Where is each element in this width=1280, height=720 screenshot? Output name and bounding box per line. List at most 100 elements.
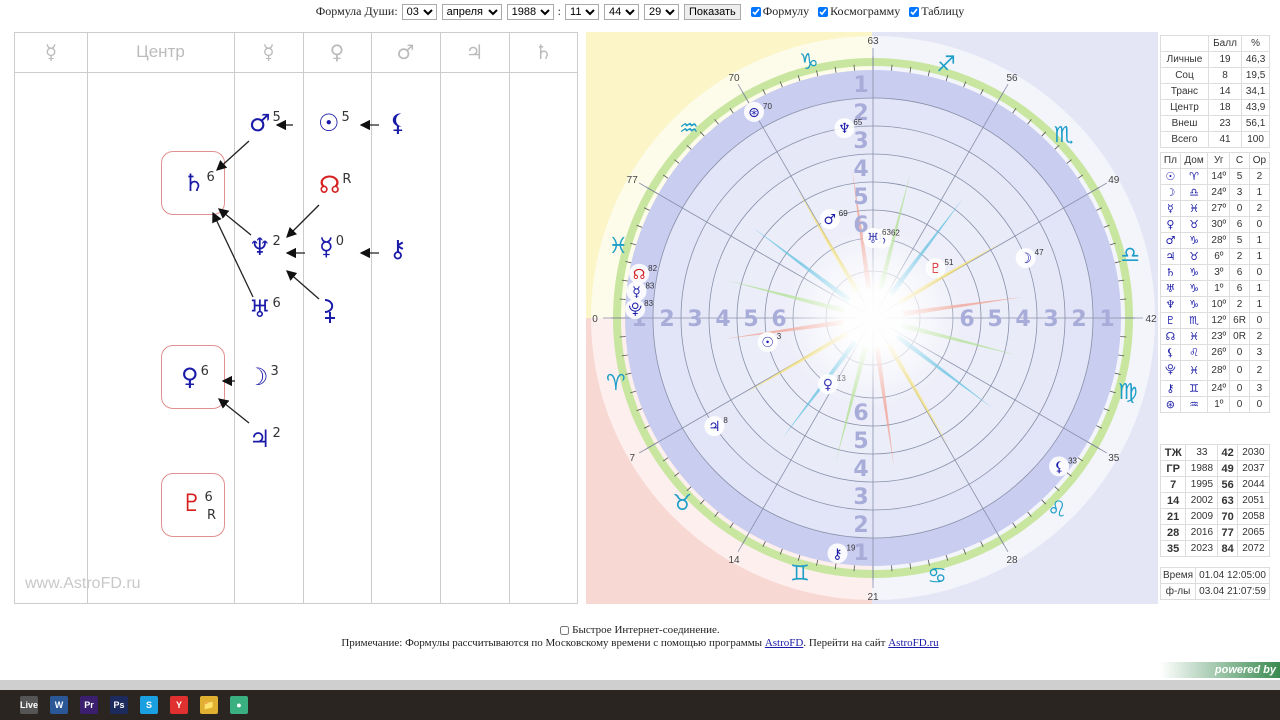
time-row: ф-лы 03.04 21:07:59 [1159,583,1270,600]
table-cell: 2072 [1236,540,1271,557]
node-glyph: ☊ R [319,171,352,199]
table-cell: 2058 [1236,508,1271,525]
saturn-glyph: ♄ 6 [183,169,215,197]
age-label: 77 [627,175,639,186]
astrofd-link[interactable]: AstroFD [765,637,804,649]
table-cell: 77 [1217,524,1238,541]
header-cell: Пл [1160,152,1181,169]
table-cell: 6 [1229,280,1250,297]
table-cell: 12º [1207,312,1231,329]
table-cell: ⊛ [1160,396,1181,413]
table-cell: ☊ [1160,328,1181,345]
table-cell: 2 [1229,296,1250,313]
table-cell: ГР [1159,460,1187,477]
table-cell: 8 [1207,67,1243,84]
planet-age-label: 82 [648,264,657,273]
planet-age-label: 19 [847,543,856,552]
planet-icon: ⚸ [1054,459,1064,475]
minute-select[interactable]: 44 [604,4,640,21]
ring-number: 2 [1071,307,1086,332]
taskbar-app-icon[interactable]: Y [170,696,188,714]
time-row: Время 01.04 12:05:00 [1159,567,1270,584]
table-checkbox[interactable] [909,7,920,18]
arrow [216,140,250,171]
scrollbar[interactable] [0,680,1280,690]
zodiac-sign-icon: ♑ [799,50,819,75]
table-cell: 2016 [1185,524,1219,541]
table-cell: 2 [1248,360,1271,381]
table-cell: 2044 [1236,476,1271,493]
pluto-glyph: ♇ 6 R [181,489,217,523]
planet-row: ♄ ♑ 3º 6 0 [1160,264,1271,281]
taskbar-app-icon[interactable]: Live [20,696,38,714]
table-cell: Центр [1160,99,1209,116]
planet-row: ⊛ ♒ 1º 0 0 [1160,396,1271,413]
table-cell: 46,3 [1241,51,1270,68]
second-select[interactable]: 29 [644,4,680,21]
table-cell: 0 [1248,312,1271,329]
taskbar-app-icon[interactable]: 📁 [200,696,218,714]
planet-row: ⚷ ♊ 24º 0 3 [1160,380,1271,397]
table-cell: 2023 [1185,540,1219,557]
table-cell: 1 [1248,248,1271,265]
taskbar-app-icon[interactable]: Pr [80,696,98,714]
ring-number: 1 [853,73,868,98]
taskbar-app-icon[interactable]: S [140,696,158,714]
cosmogram-checkbox[interactable] [818,7,829,18]
powered-by-badge[interactable]: powered by [1160,662,1280,678]
table-cell: 0 [1229,344,1250,361]
taskbar-app-icon[interactable]: Ps [110,696,128,714]
table-cell: Транс [1160,83,1209,100]
ring-number: 1 [1099,307,1114,332]
age-label: 49 [1108,175,1120,186]
table-cell: 41 [1207,131,1243,148]
planet-row: ⚸ ♌ 26º 0 3 [1160,344,1271,361]
ring-number: 1 [853,541,868,566]
age-label: 28 [1006,555,1018,566]
table-cell: 28 [1159,524,1187,541]
formula-checkbox[interactable] [750,7,761,18]
table-cell: 3 [1248,344,1271,361]
table-cell: 100 [1241,131,1270,148]
table-cell: 1º [1207,280,1231,297]
hour-select[interactable]: 11 [565,4,600,21]
summary-row: Соц 8 19,5 [1160,67,1270,84]
planet-icon: ♂ [824,212,837,228]
astrofd-site-link[interactable]: AstroFD.ru [888,637,938,649]
table-cell: 1 [1248,184,1271,201]
planet-icon: ☊ [633,267,645,283]
taskbar-app-icon[interactable]: ● [230,696,248,714]
month-select[interactable]: апреля [441,4,502,21]
summary-row: Внеш 23 56,1 [1160,115,1270,132]
table-cell: 2030 [1236,444,1271,461]
taskbar-app-icon[interactable]: W [50,696,68,714]
ring-number: 4 [1015,307,1030,332]
age-label: 35 [1108,453,1120,464]
planet-row: ♆ ♑ 10º 2 1 [1160,296,1271,313]
ring-number: 4 [715,307,730,332]
zodiac-sign-icon: ♏ [1054,123,1074,148]
year-select[interactable]: 1988 [506,4,554,21]
table-cell: 27º [1207,200,1231,217]
fast-connection-checkbox[interactable] [560,625,570,635]
zodiac-sign-icon: ♋ [927,564,947,589]
table-cell: 3º [1207,264,1231,281]
table-cell: 14º [1207,168,1231,185]
table-cell: 0 [1229,360,1250,381]
table-cell: 49 [1217,460,1238,477]
table-cell: ♒ [1179,396,1209,413]
ring-number: 3 [853,485,868,510]
table-cell: 0 [1229,396,1250,413]
year-row: 28 2016 77 2065 [1159,524,1271,541]
day-select[interactable]: 03 [401,4,437,21]
table-cell: ♑ [1179,264,1209,281]
arrow [217,398,250,424]
table-cell: ♓ [1179,360,1209,381]
chiron-glyph: ⚷ [389,235,407,263]
table-cell: 2009 [1185,508,1219,525]
table-cell: 01.04 12:05:00 [1195,567,1270,584]
table-cell: 5 [1229,232,1250,249]
show-button[interactable]: Показать [684,4,741,21]
planet-age-label: 83 [645,281,654,290]
table-cell: 5 [1229,168,1250,185]
